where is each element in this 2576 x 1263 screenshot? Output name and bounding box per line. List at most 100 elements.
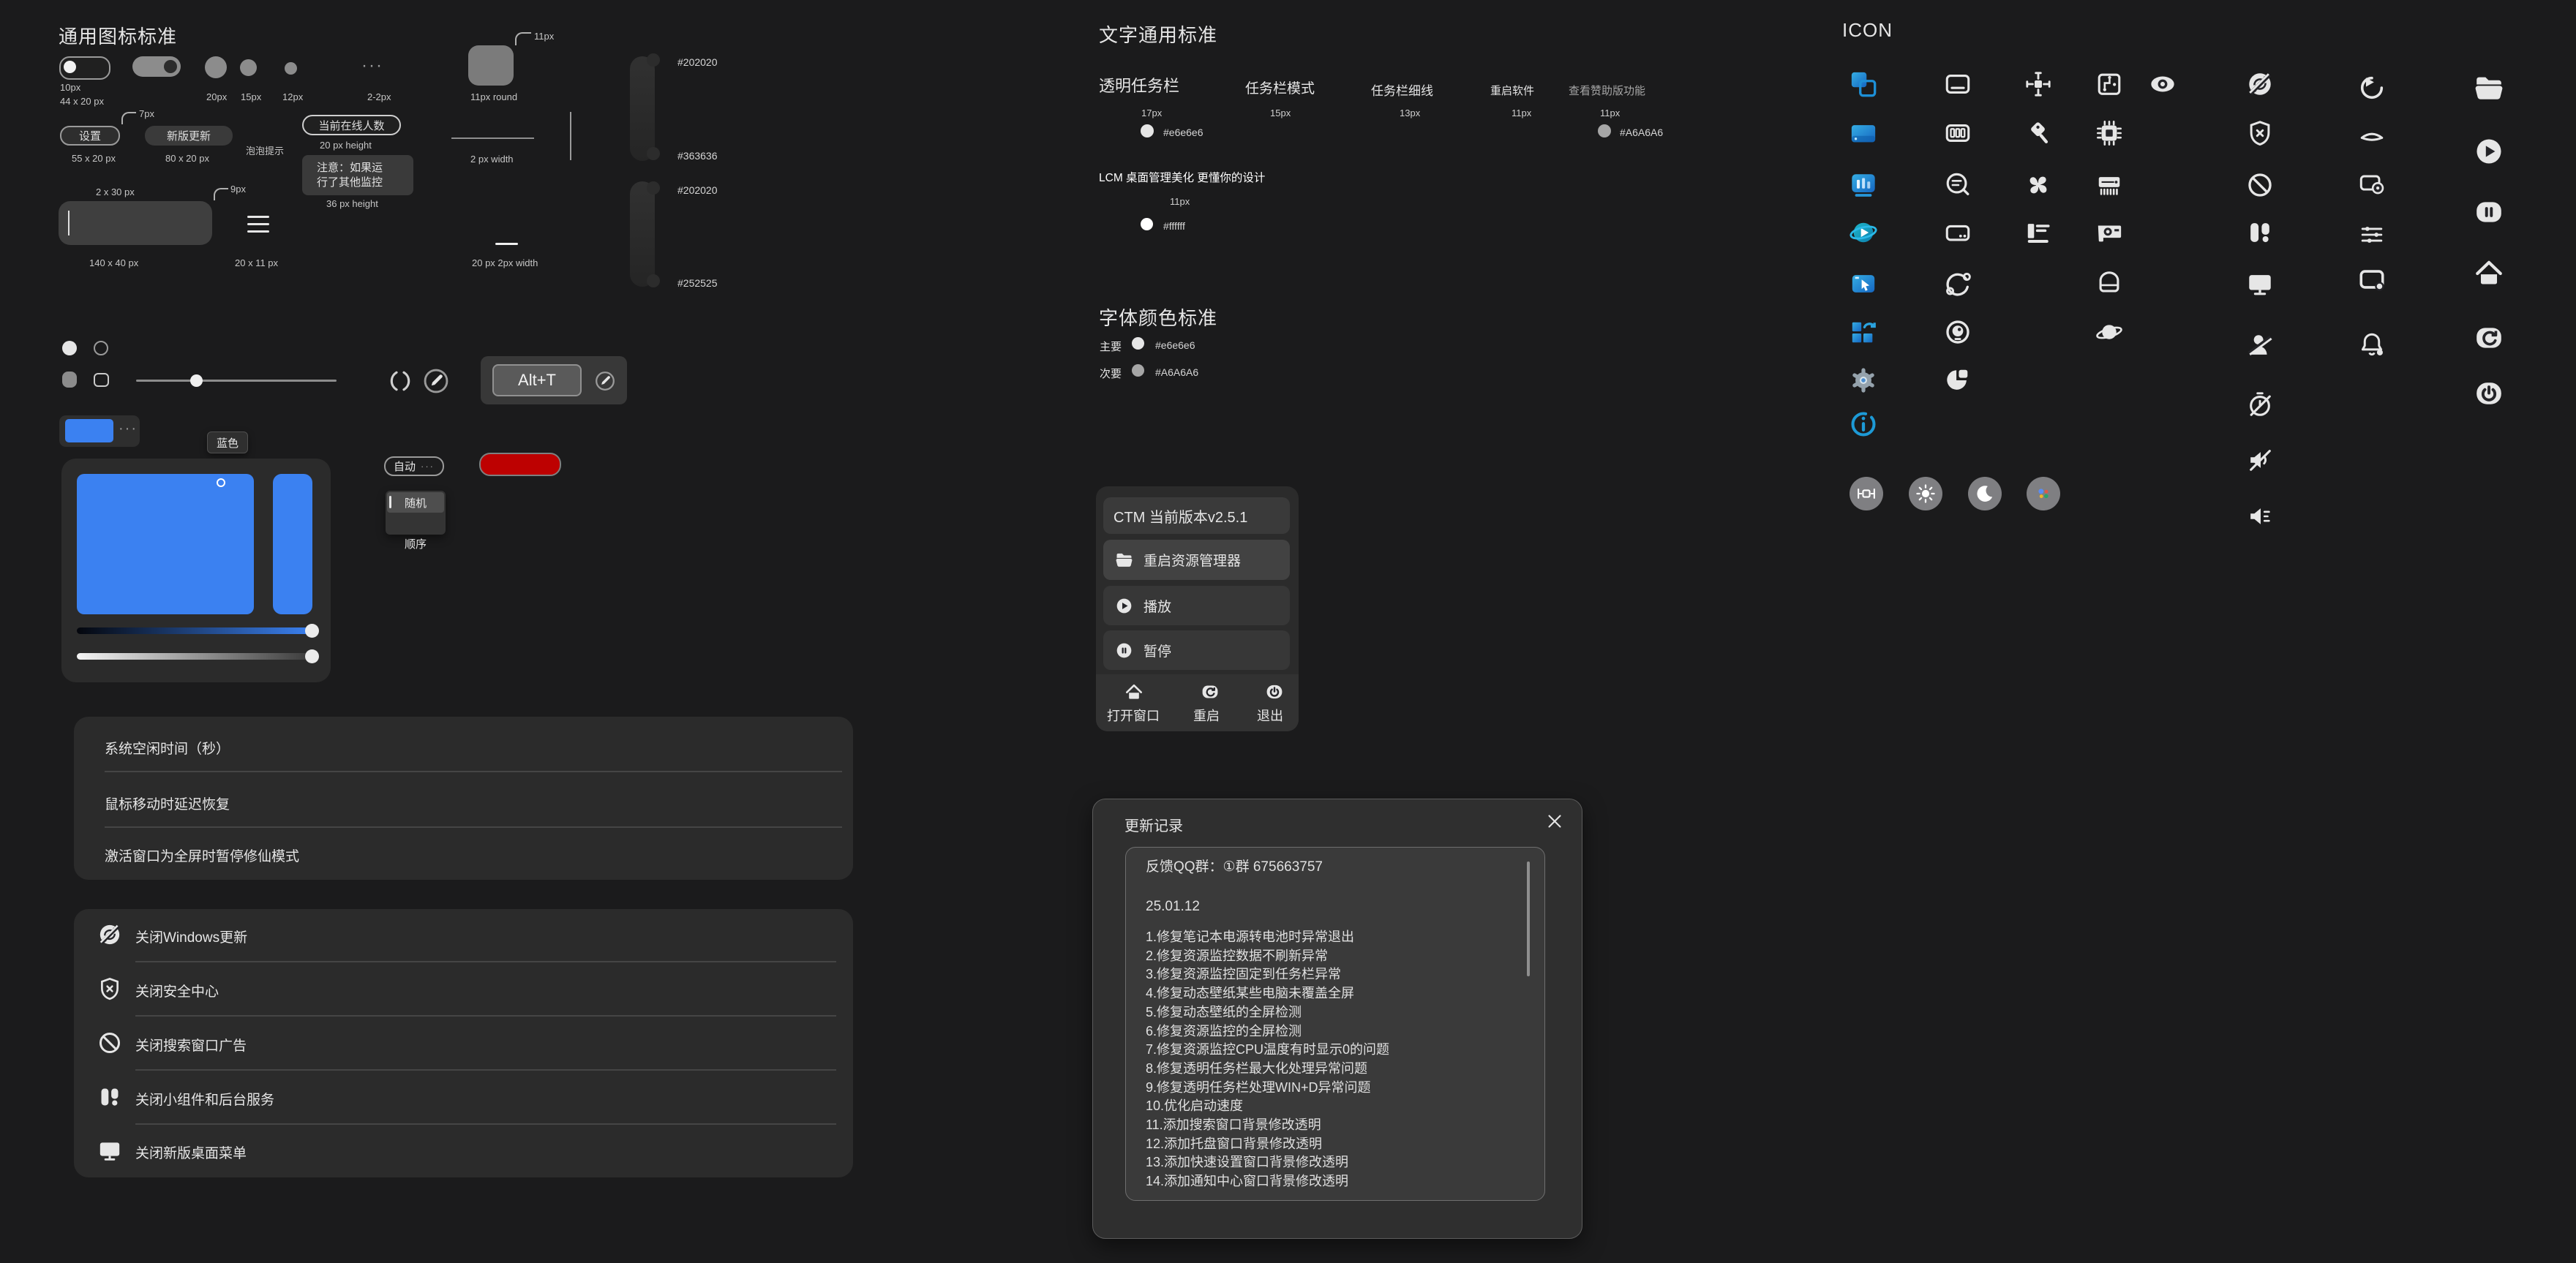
font-color-label: 主要 xyxy=(1100,339,1122,354)
hotkey-value[interactable]: Alt+T xyxy=(492,364,582,396)
home-icon[interactable] xyxy=(1124,682,1144,701)
info-icon xyxy=(1850,410,1877,438)
taskbar-icon xyxy=(1944,70,1972,98)
more-dots[interactable]: ··· xyxy=(119,421,138,437)
radio-unselected[interactable] xyxy=(94,341,108,355)
monitor-icon xyxy=(2246,270,2274,298)
notification-icon xyxy=(2358,331,2386,358)
edit-pencil-icon xyxy=(422,367,450,395)
quick-toggle-button[interactable] xyxy=(1909,477,1942,510)
restart-squircle-icon[interactable] xyxy=(1201,682,1220,701)
ctm-footer-button[interactable] xyxy=(1201,682,1220,701)
user-off-icon xyxy=(2246,331,2274,359)
blue-swatch[interactable] xyxy=(65,419,113,442)
online-count-pill: 当前在线人数 xyxy=(302,115,401,135)
red-color-sample[interactable] xyxy=(479,453,561,476)
ellipsis-sample: ··· xyxy=(361,56,383,76)
ctm-footer-button[interactable] xyxy=(1265,682,1284,701)
hex-label: #e6e6e6 xyxy=(1155,339,1195,351)
quick-toggle-button[interactable] xyxy=(2027,477,2060,510)
hex-label: #A6A6A6 xyxy=(1620,127,1663,138)
callout-line xyxy=(214,188,228,200)
eye-icon xyxy=(2149,70,2177,98)
icon-standards-title: 通用图标标准 xyxy=(59,22,177,49)
color-swatch-field[interactable]: ··· xyxy=(59,415,140,447)
disable-row[interactable]: 关闭新版桌面菜单 xyxy=(135,1142,247,1162)
gradient-slider-gray[interactable] xyxy=(77,653,312,660)
resize-icon xyxy=(2024,70,2052,98)
settings-row[interactable]: 激活窗口为全屏时暂停修仙模式 xyxy=(105,845,299,865)
cpu-icon xyxy=(2095,119,2123,147)
ctm-menu-item[interactable]: 重启资源管理器 xyxy=(1103,540,1290,580)
storage-blue-icon xyxy=(1850,119,1877,147)
text-sample: 透明任务栏 xyxy=(1099,73,1179,97)
disable-row[interactable]: 关闭安全中心 xyxy=(135,981,219,1000)
radio-selected[interactable] xyxy=(62,341,77,355)
disable-row[interactable]: 关闭搜索窗口广告 xyxy=(135,1035,247,1055)
new-update-button[interactable]: 新版更新 xyxy=(145,126,233,146)
swatch-hex: #363636 xyxy=(677,150,718,162)
folder-icon xyxy=(1115,551,1133,569)
close-icon[interactable] xyxy=(1546,813,1563,830)
edit-pencil-icon[interactable] xyxy=(594,370,616,392)
slider-thumb[interactable] xyxy=(190,374,203,387)
settings-corner-label: 7px xyxy=(139,108,154,119)
slider-thumb[interactable] xyxy=(305,649,319,663)
power-squircle-icon[interactable] xyxy=(1265,682,1284,701)
quick-toggle-button[interactable] xyxy=(1968,477,2002,510)
hue-bar[interactable] xyxy=(273,474,312,614)
auto-label: 自动 xyxy=(394,459,416,474)
scrollbar[interactable] xyxy=(1527,862,1530,976)
ctm-footer-label[interactable]: 重启 xyxy=(1193,706,1220,725)
color-dot xyxy=(1598,124,1611,137)
slider-thumb[interactable] xyxy=(305,624,319,638)
input-size-label: 140 x 40 px xyxy=(89,257,138,268)
quick-toggle-button[interactable] xyxy=(1850,477,1883,510)
ctm-menu-item[interactable]: 暂停 xyxy=(1103,630,1290,670)
checkbox-filled[interactable] xyxy=(62,372,77,388)
text-standards-title: 文字通用标准 xyxy=(1099,20,1217,48)
picker-marker[interactable] xyxy=(217,478,225,487)
toggle-on-sample[interactable] xyxy=(132,56,181,77)
online-size-label: 20 px height xyxy=(320,140,372,151)
mode-option-order[interactable]: 顺序 xyxy=(387,533,444,554)
rounded-square-sample xyxy=(468,45,514,86)
log-entry: 14.添加通知中心窗口背景修改透明 xyxy=(1146,1172,1389,1191)
drive-icon xyxy=(1944,219,1972,246)
circle-size-label: 12px xyxy=(282,91,303,102)
divider xyxy=(105,826,842,828)
edit-pencil-icon[interactable] xyxy=(422,367,450,395)
notice-size-label: 36 px height xyxy=(326,198,378,209)
input-box-sample[interactable] xyxy=(59,201,212,245)
planet-icon xyxy=(2095,319,2123,347)
timer-off-icon xyxy=(2246,391,2274,418)
mode-dropdown: 随机 顺序 xyxy=(386,491,446,535)
ctm-menu-item[interactable]: 播放 xyxy=(1103,586,1290,625)
mode-option-random[interactable]: 随机 xyxy=(387,492,444,513)
color-picker-panel xyxy=(61,459,331,682)
disable-row[interactable]: 关闭小组件和后台服务 xyxy=(135,1089,274,1109)
ctm-footer-button[interactable] xyxy=(1124,682,1144,701)
layers-blue-icon xyxy=(1850,70,1877,98)
settings-row[interactable]: 系统空闲时间（秒） xyxy=(105,738,230,758)
saturation-area[interactable] xyxy=(77,474,254,614)
round-corner-label: 11px xyxy=(534,31,554,42)
log-entry: 7.修复资源监控CPU温度有时显示0的问题 xyxy=(1146,1041,1389,1060)
log-entry: 10.优化启动速度 xyxy=(1146,1097,1389,1116)
reset-icon[interactable] xyxy=(387,368,413,394)
auto-button[interactable]: 自动 ··· xyxy=(384,456,444,476)
settings-button[interactable]: 设置 xyxy=(60,126,120,146)
gradient-slider-blue[interactable] xyxy=(77,627,312,634)
ctm-item-label: 重启资源管理器 xyxy=(1144,550,1241,570)
ctm-footer-label[interactable]: 退出 xyxy=(1257,706,1283,725)
settings-row[interactable]: 鼠标移动时延迟恢复 xyxy=(105,793,230,813)
update-off-icon xyxy=(2246,70,2274,98)
ctm-footer-label[interactable]: 打开窗口 xyxy=(1107,706,1160,725)
slider-track[interactable] xyxy=(136,380,337,382)
disable-row[interactable]: 关闭Windows更新 xyxy=(135,927,247,946)
close-icon[interactable] xyxy=(1546,813,1563,830)
notice-line: 注意：如果运 xyxy=(317,161,413,176)
news-layout-icon xyxy=(2024,219,2052,246)
checkbox-outline[interactable] xyxy=(94,373,109,387)
toggle-off-sample[interactable] xyxy=(59,56,110,80)
